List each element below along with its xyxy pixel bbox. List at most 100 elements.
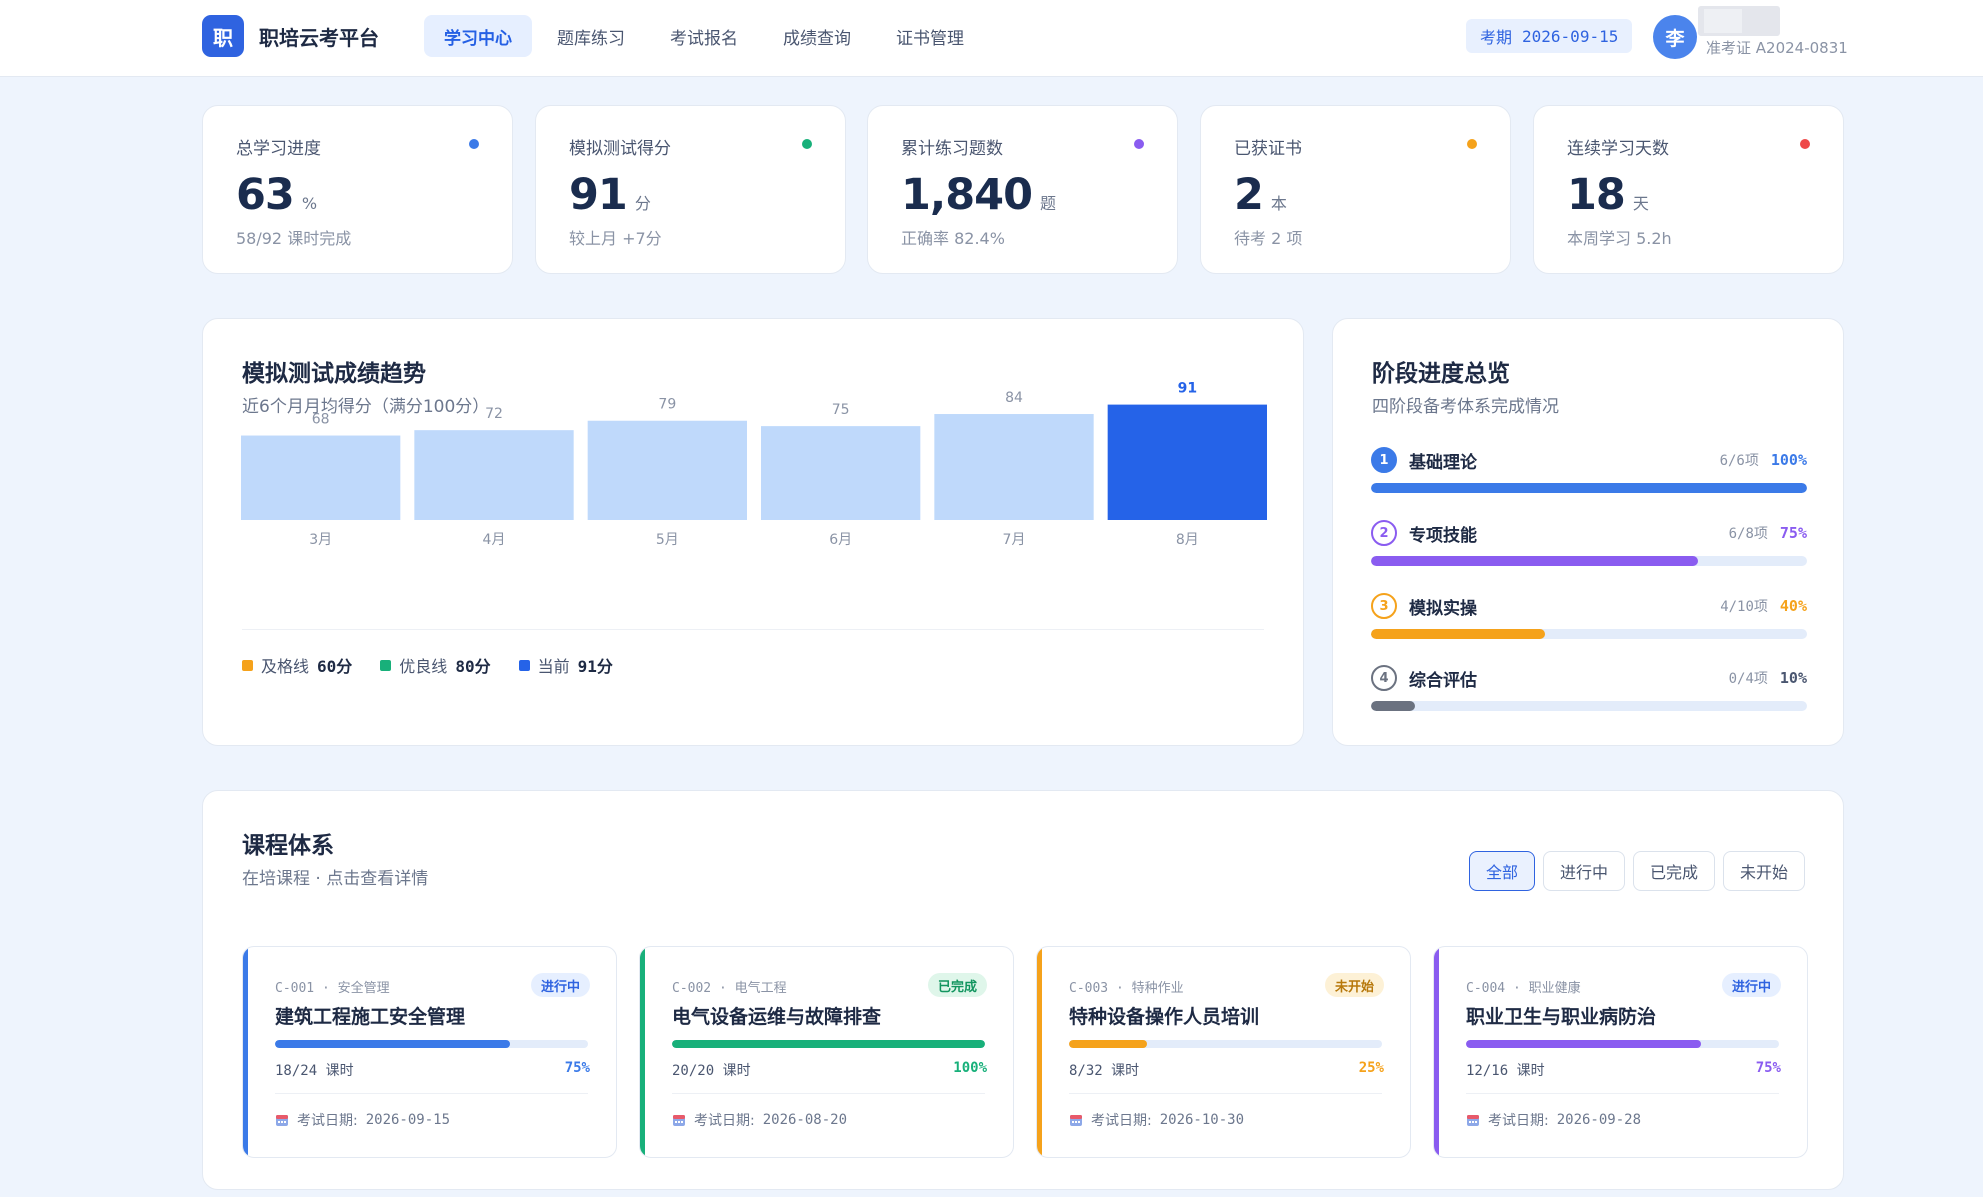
stat-label: 总学习进度 bbox=[236, 139, 321, 159]
logo-char: 职 bbox=[213, 25, 233, 50]
stat-unit: 本 bbox=[1270, 194, 1287, 213]
chart-category-label: 3月 bbox=[309, 532, 332, 548]
course-divider bbox=[1069, 1093, 1382, 1094]
stat-value: 91 bbox=[569, 170, 628, 220]
legend-value: 60分 bbox=[317, 657, 353, 676]
course-divider bbox=[1466, 1093, 1779, 1094]
course-card[interactable]: C-002 · 电气工程 已完成 电气设备运维与故障排查 20/20 课时 10… bbox=[639, 946, 1014, 1158]
nav-tab-question-bank[interactable]: 题库练习 bbox=[537, 15, 645, 57]
exam-date-value: 2026-09-28 bbox=[1556, 1112, 1642, 1128]
nav-tab-certificates[interactable]: 证书管理 bbox=[876, 15, 984, 57]
course-progress-fill bbox=[672, 1040, 985, 1048]
stage-number-icon: 1 bbox=[1371, 447, 1397, 473]
stat-value: 63 bbox=[236, 170, 295, 220]
course-hours: 18/24 课时 bbox=[275, 1063, 354, 1079]
stat-sub: 正确率 82.4% bbox=[901, 229, 1005, 248]
exam-date-value: 2026-10-30 bbox=[1159, 1112, 1245, 1128]
stat-unit: 题 bbox=[1040, 194, 1057, 213]
stat-value: 2 bbox=[1234, 170, 1264, 220]
chart-divider bbox=[242, 629, 1264, 630]
course-system-panel: 课程体系 在培课程 · 点击查看详情 全部 进行中 已完成 未开始 C-001 … bbox=[202, 790, 1844, 1190]
course-progress-track bbox=[275, 1040, 588, 1048]
status-badge: 进行中 bbox=[530, 973, 590, 997]
filter-completed-button[interactable]: 已完成 bbox=[1632, 851, 1715, 891]
stage-progress-track bbox=[1371, 629, 1807, 639]
user-avatar[interactable]: 李 bbox=[1653, 15, 1697, 59]
stage-item-mock-practice[interactable]: 3 模拟实操 4/10项 40% bbox=[1371, 593, 1807, 639]
course-card[interactable]: C-001 · 安全管理 进行中 建筑工程施工安全管理 18/24 课时 75%… bbox=[242, 946, 617, 1158]
chart-category-label: 5月 bbox=[656, 532, 679, 548]
calendar-icon bbox=[276, 1115, 288, 1126]
stage-item-special-skills[interactable]: 2 专项技能 6/8项 75% bbox=[1371, 520, 1807, 566]
user-name-redacted bbox=[1698, 6, 1780, 36]
chart-bar[interactable] bbox=[934, 414, 1094, 520]
stat-dot-icon bbox=[802, 139, 812, 149]
course-exam-date: 考试日期: 2026-08-20 bbox=[672, 1110, 847, 1130]
stat-sub: 本周学习 5.2h bbox=[1567, 229, 1672, 248]
chart-bar[interactable] bbox=[1107, 404, 1267, 520]
course-divider bbox=[672, 1093, 985, 1094]
calendar-icon bbox=[1070, 1115, 1082, 1126]
legend-value: 80分 bbox=[455, 657, 491, 676]
stage-progress-fill bbox=[1371, 483, 1807, 493]
exam-date-label: 考试日期: bbox=[1091, 1113, 1152, 1129]
course-progress-track bbox=[1069, 1040, 1382, 1048]
course-hours: 8/32 课时 bbox=[1069, 1063, 1140, 1079]
course-progress-fill bbox=[1466, 1040, 1701, 1048]
legend-pass-line: 及格线 60分 bbox=[242, 653, 352, 677]
course-progress-track bbox=[672, 1040, 985, 1048]
stat-card-progress[interactable]: 总学习进度 63% 58/92 课时完成 bbox=[202, 105, 513, 274]
stage-item-basic-theory[interactable]: 1 基础理论 6/6项 100% bbox=[1371, 447, 1807, 493]
chart-bar[interactable] bbox=[414, 430, 574, 520]
chart-value-label: 79 bbox=[658, 397, 676, 413]
stat-card-certificates[interactable]: 已获证书 2本 待考 2 项 bbox=[1200, 105, 1511, 274]
panel-subtitle: 四阶段备考体系完成情况 bbox=[1372, 397, 1559, 417]
course-card[interactable]: C-004 · 职业健康 进行中 职业卫生与职业病防治 12/16 课时 75%… bbox=[1433, 946, 1808, 1158]
chart-value-label: 72 bbox=[485, 406, 503, 422]
stage-number-icon: 2 bbox=[1371, 520, 1397, 546]
nav-tab-exam-registration[interactable]: 考试报名 bbox=[650, 15, 758, 57]
filter-in-progress-button[interactable]: 进行中 bbox=[1542, 851, 1625, 891]
stat-card-practice-count[interactable]: 累计练习题数 1,840 题 正确率 82.4% bbox=[867, 105, 1178, 274]
nav-tab-score-query[interactable]: 成绩查询 bbox=[763, 15, 871, 57]
course-percent: 75% bbox=[1755, 1060, 1781, 1076]
filter-all-button[interactable]: 全部 bbox=[1468, 851, 1535, 891]
exam-date-label: 考试日期: bbox=[694, 1113, 755, 1129]
stat-label: 已获证书 bbox=[1234, 139, 1302, 159]
chart-value-label: 91 bbox=[1178, 381, 1197, 397]
stat-unit: % bbox=[301, 194, 318, 213]
legend-swatch bbox=[380, 659, 392, 671]
stage-name: 基础理论 bbox=[1409, 452, 1477, 473]
chart-value-label: 84 bbox=[1005, 390, 1023, 406]
stat-label: 连续学习天数 bbox=[1567, 139, 1669, 159]
score-trend-panel: 模拟测试成绩趋势 近6个月月均得分（满分100分） 68 3月 72 4月 79 5月 75… bbox=[202, 318, 1304, 746]
nav-tab-study-center[interactable]: 学习中心 bbox=[424, 15, 532, 57]
app-name[interactable]: 职培云考平台 bbox=[259, 22, 379, 51]
course-progress-fill bbox=[1069, 1040, 1148, 1048]
filter-not-started-button[interactable]: 未开始 bbox=[1722, 851, 1805, 891]
status-badge: 已完成 bbox=[927, 973, 987, 997]
stat-dot-icon bbox=[1800, 139, 1810, 149]
stat-sub: 58/92 课时完成 bbox=[236, 229, 352, 248]
chart-bar[interactable] bbox=[587, 420, 747, 520]
course-accent-stripe bbox=[243, 947, 248, 1157]
exam-date-label: 考试日期: bbox=[297, 1113, 358, 1129]
course-code: C-003 · 特种作业 bbox=[1069, 981, 1184, 996]
chart-bar[interactable] bbox=[761, 426, 921, 520]
stage-progress-fill bbox=[1371, 701, 1415, 711]
legend-swatch bbox=[518, 659, 530, 671]
exam-date-value: 2026-08-20 bbox=[762, 1112, 848, 1128]
stage-item-final-assessment[interactable]: 4 综合评估 0/4项 10% bbox=[1371, 665, 1807, 711]
chart-value-label: 75 bbox=[832, 402, 850, 418]
stat-value: 1,840 bbox=[901, 170, 1033, 220]
chart-bar[interactable] bbox=[241, 435, 401, 520]
stat-card-streak[interactable]: 连续学习天数 18 天 本周学习 5.2h bbox=[1533, 105, 1844, 274]
stat-card-mock-score[interactable]: 模拟测试得分 91 分 较上月 +7分 bbox=[535, 105, 846, 274]
stat-sub: 待考 2 项 bbox=[1234, 229, 1303, 248]
course-progress-fill bbox=[275, 1040, 510, 1048]
logo-icon[interactable]: 职 bbox=[202, 15, 244, 57]
course-name: 电气设备运维与故障排查 bbox=[672, 1006, 882, 1028]
stat-dot-icon bbox=[1467, 139, 1477, 149]
course-percent: 100% bbox=[953, 1060, 987, 1076]
course-card[interactable]: C-003 · 特种作业 未开始 特种设备操作人员培训 8/32 课时 25% … bbox=[1036, 946, 1411, 1158]
